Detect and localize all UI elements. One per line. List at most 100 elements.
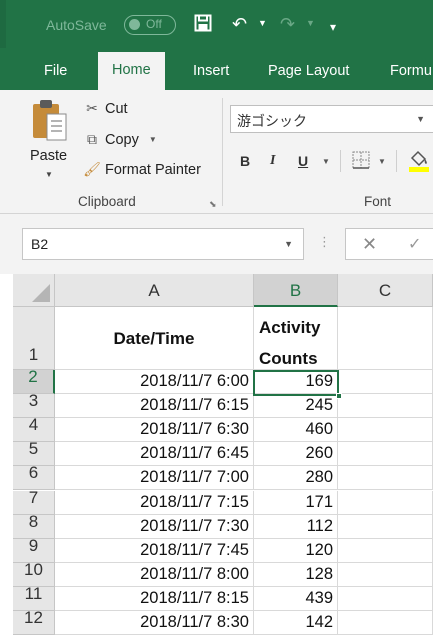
cell-empty[interactable]	[338, 586, 433, 611]
paste-dropdown-icon[interactable]: ▼	[45, 170, 53, 179]
fill-handle[interactable]	[336, 393, 342, 399]
cell-empty[interactable]	[338, 370, 433, 395]
cell-datetime[interactable]: 2018/11/7 7:30	[55, 514, 254, 539]
grid-left-margin	[0, 274, 13, 635]
cell-empty[interactable]	[338, 442, 433, 467]
cell-activity-count[interactable]: 112	[254, 514, 338, 539]
cell-empty[interactable]	[338, 538, 433, 563]
underline-button[interactable]: U	[298, 153, 308, 169]
scissors-icon: ✂	[86, 100, 98, 116]
font-group-label: Font	[364, 194, 392, 209]
cell-activity-count[interactable]: 280	[254, 466, 338, 491]
cell-datetime[interactable]: 2018/11/7 7:00	[55, 466, 254, 491]
paste-button[interactable]	[28, 98, 72, 178]
paste-label: Paste	[30, 148, 68, 164]
cell-empty[interactable]	[338, 466, 433, 491]
cell-b1-line1: Activity	[259, 318, 321, 337]
borders-dropdown-icon[interactable]: ▼	[378, 157, 386, 166]
undo-dropdown-icon[interactable]: ▼	[258, 18, 267, 28]
copy-button[interactable]: ⧉ Copy ▼	[82, 131, 157, 148]
row-header[interactable]: 1	[13, 307, 55, 370]
tab-file[interactable]: File	[44, 63, 67, 79]
cell-activity-count[interactable]: 171	[254, 490, 338, 515]
title-bar: AutoSave Off ↶ ▼ ↷ ▼ ▾	[0, 0, 433, 48]
cell-activity-count[interactable]: 142	[254, 611, 338, 635]
cell-datetime[interactable]: 2018/11/7 6:30	[55, 418, 254, 443]
cell-empty[interactable]	[338, 611, 433, 635]
save-icon[interactable]	[194, 14, 212, 36]
cell-b1[interactable]: Activity Counts	[254, 307, 338, 370]
autosave-state: Off	[146, 17, 162, 31]
clipboard-group-label: Clipboard	[78, 194, 136, 209]
cell-datetime[interactable]: 2018/11/7 7:15	[55, 490, 254, 515]
tab-home[interactable]: Home	[98, 52, 165, 90]
cell-datetime[interactable]: 2018/11/7 8:30	[55, 611, 254, 635]
clipboard-launcher-icon[interactable]: ⬊	[209, 199, 217, 210]
tab-page-layout[interactable]: Page Layout	[268, 63, 349, 79]
cell-datetime[interactable]: 2018/11/7 6:15	[55, 394, 254, 419]
cell-empty[interactable]	[338, 394, 433, 419]
autosave-toggle[interactable]: Off	[124, 15, 176, 35]
cell-datetime[interactable]: 2018/11/7 7:45	[55, 538, 254, 563]
column-header-a[interactable]: A	[55, 274, 254, 307]
cell-empty[interactable]	[338, 418, 433, 443]
borders-button[interactable]	[352, 151, 370, 172]
select-all-button[interactable]	[13, 274, 55, 307]
cell-activity-count[interactable]: 439	[254, 586, 338, 611]
save-icon-glyph	[194, 14, 212, 32]
copy-dropdown-icon[interactable]: ▼	[149, 135, 157, 144]
formula-bar-splitter-icon[interactable]: ⋮	[318, 234, 331, 250]
cell-c1[interactable]	[338, 307, 433, 370]
underline-dropdown-icon[interactable]: ▼	[322, 157, 330, 166]
cut-button[interactable]: ✂ Cut	[82, 100, 128, 117]
paste-icon	[33, 100, 67, 141]
row-header[interactable]: 6	[13, 464, 55, 491]
cell-datetime[interactable]: 2018/11/7 8:15	[55, 586, 254, 611]
cancel-icon[interactable]: ✕	[362, 234, 377, 255]
name-box-dropdown-icon[interactable]: ▼	[284, 239, 293, 249]
column-header-b[interactable]: B	[254, 274, 338, 307]
copy-icon: ⧉	[87, 131, 97, 147]
autosave-label: AutoSave	[46, 17, 107, 33]
font-separator-2	[396, 150, 397, 172]
customize-quick-access-icon[interactable]: ▾	[330, 17, 336, 37]
font-name-combobox[interactable]: 游ゴシック ▼	[230, 105, 433, 133]
cell-empty[interactable]	[338, 490, 433, 515]
cell-datetime[interactable]: 2018/11/7 8:00	[55, 562, 254, 587]
format-painter-button[interactable]: 🖌 Format Painter	[82, 161, 201, 178]
cut-label: Cut	[105, 101, 128, 117]
redo-icon[interactable]: ↷	[280, 14, 295, 34]
undo-icon[interactable]: ↶	[232, 14, 247, 34]
cell-datetime[interactable]: 2018/11/7 6:45	[55, 442, 254, 467]
bold-button[interactable]: B	[240, 153, 250, 169]
cell-datetime[interactable]: 2018/11/7 6:00	[55, 370, 254, 395]
tab-insert[interactable]: Insert	[193, 63, 229, 79]
fill-color-button[interactable]	[408, 148, 430, 175]
cell-activity-count[interactable]: 128	[254, 562, 338, 587]
formula-bar: B2 ▼ ⋮ ✕ ✓	[0, 214, 433, 274]
paintbrush-icon: 🖌	[83, 161, 101, 177]
row-header[interactable]: 7	[13, 488, 55, 515]
cell-activity-count[interactable]: 460	[254, 418, 338, 443]
name-box[interactable]: B2 ▼	[22, 228, 304, 260]
formula-buttons: ✕ ✓	[345, 228, 433, 260]
cell-activity-count[interactable]: 120	[254, 538, 338, 563]
redo-dropdown-icon[interactable]: ▼	[306, 18, 315, 28]
tab-formulas[interactable]: Formu	[390, 63, 432, 79]
cell-a1[interactable]: Date/Time	[55, 307, 254, 370]
font-separator	[340, 150, 341, 172]
font-name-dropdown-icon[interactable]: ▼	[416, 114, 425, 124]
column-header-c[interactable]: C	[338, 274, 433, 307]
cell-empty[interactable]	[338, 562, 433, 587]
italic-button[interactable]: I	[270, 153, 275, 169]
select-all-triangle-icon	[32, 284, 50, 302]
enter-icon[interactable]: ✓	[408, 234, 421, 254]
row-header[interactable]: 12	[13, 609, 55, 635]
name-box-value: B2	[31, 236, 49, 252]
cell-activity-count[interactable]: 260	[254, 442, 338, 467]
font-name-value: 游ゴシック	[237, 113, 307, 129]
cell-empty[interactable]	[338, 514, 433, 539]
paint-bucket-icon	[409, 150, 429, 172]
cell-activity-count[interactable]: 245	[254, 394, 338, 419]
ribbon-home: Paste ▼ ✂ Cut ⧉ Copy ▼ 🖌 Format Painter Clip…	[0, 90, 433, 214]
